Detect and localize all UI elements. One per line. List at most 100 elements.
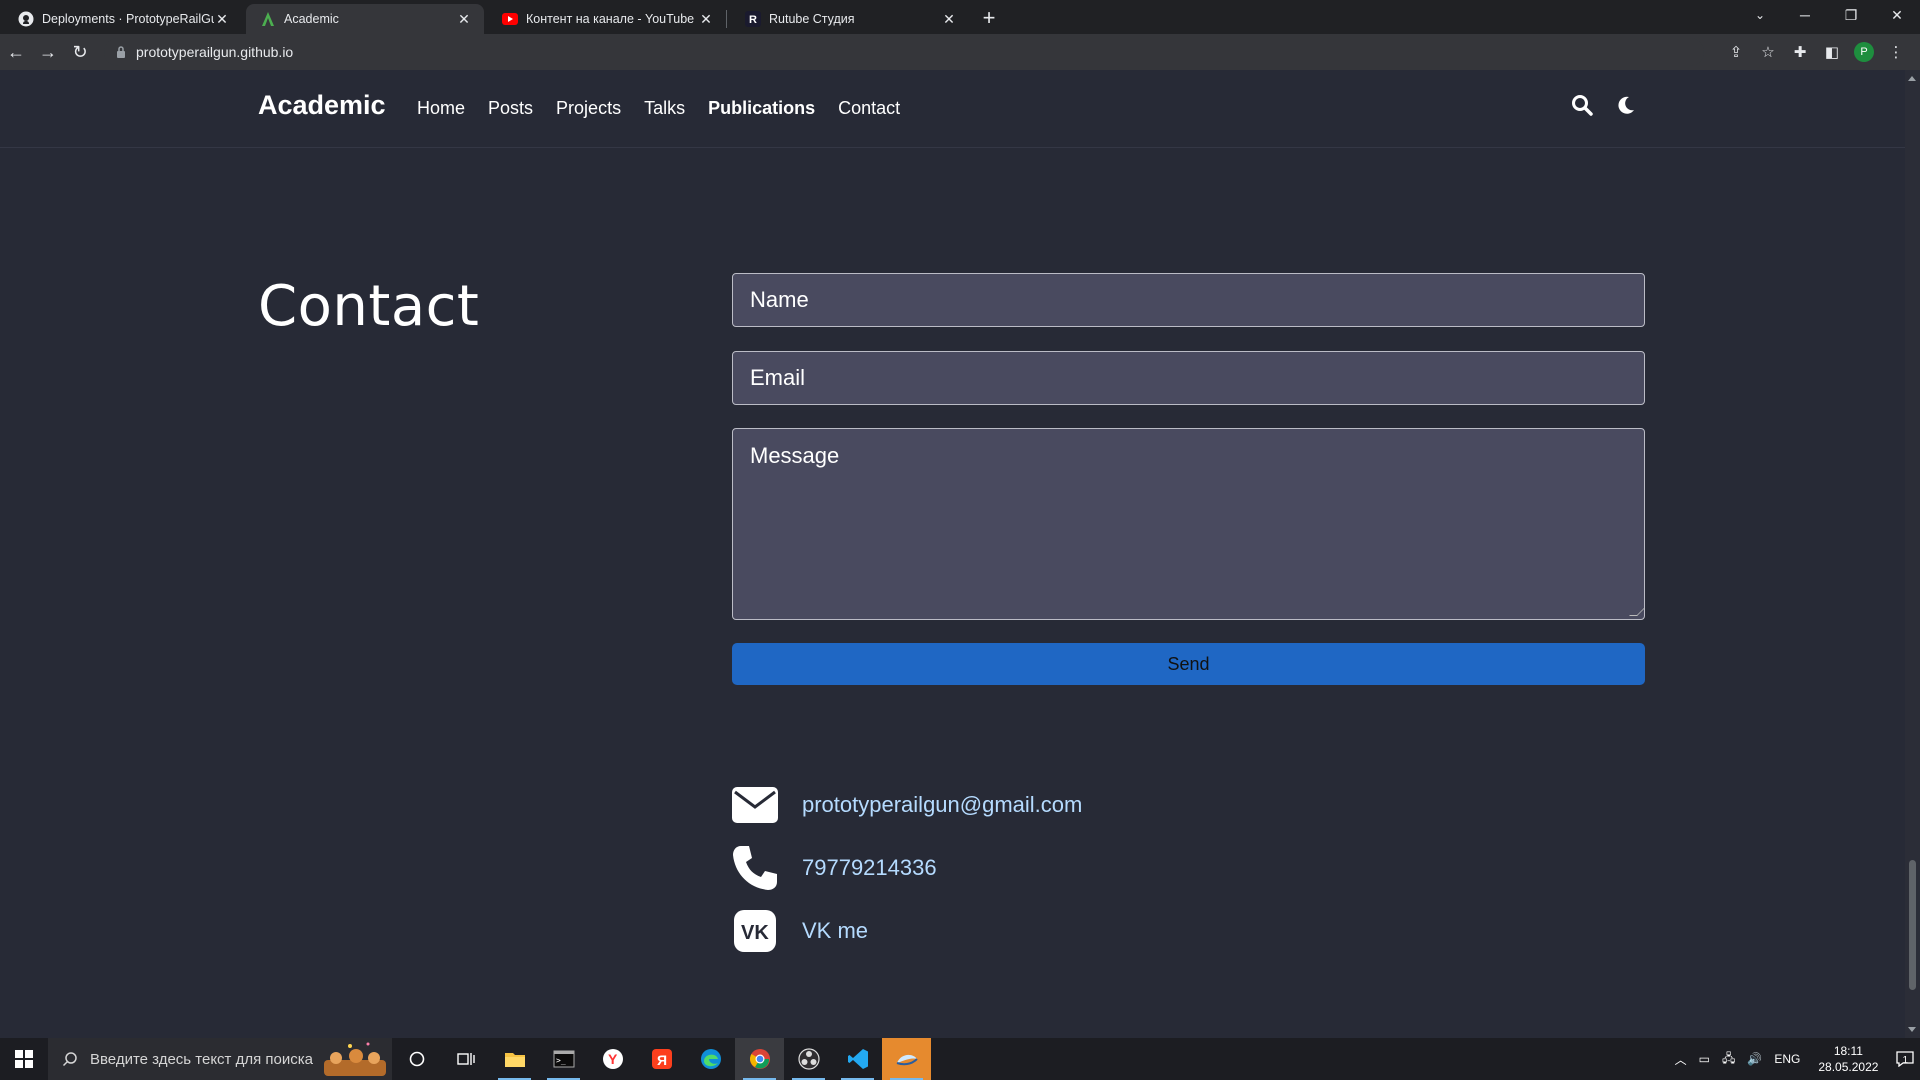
email-placeholder: Email (750, 365, 806, 390)
close-tab-icon[interactable]: ✕ (456, 11, 472, 27)
rutube-icon: R (745, 11, 761, 27)
clock[interactable]: 18:11 28.05.2022 (1818, 1043, 1878, 1075)
side-panel-icon[interactable]: ◧ (1816, 36, 1848, 68)
tab-divider (726, 10, 727, 28)
name-placeholder: Name (750, 287, 809, 312)
language-indicator[interactable]: ENG (1774, 1052, 1800, 1066)
taskbar-search-box[interactable]: Введите здесь текст для поиска (48, 1038, 392, 1080)
tab-title: Academic (284, 12, 339, 26)
page-scrollbar[interactable] (1905, 70, 1920, 1038)
url-text: prototyperailgun.github.io (136, 44, 294, 60)
close-tab-icon[interactable]: ✕ (698, 11, 714, 27)
tab-title: Deployments · PrototypeRailGun (42, 12, 214, 26)
send-button[interactable]: Send (732, 643, 1645, 685)
tab-deployments[interactable]: Deployments · PrototypeRailGun ✕ (4, 4, 242, 34)
scroll-down-icon[interactable] (1908, 1027, 1916, 1032)
file-explorer-icon[interactable] (490, 1038, 539, 1080)
notification-center-icon[interactable]: 1 (1896, 1051, 1915, 1067)
chrome-icon[interactable] (735, 1038, 784, 1080)
dark-mode-moon-icon[interactable] (1615, 94, 1637, 116)
nav-posts[interactable]: Posts (488, 98, 533, 119)
close-tab-icon[interactable]: ✕ (941, 11, 957, 27)
tab-youtube-studio[interactable]: Контент на канале - YouTube Stu ✕ (488, 4, 726, 34)
nav-projects[interactable]: Projects (556, 98, 621, 119)
bookmark-star-icon[interactable]: ☆ (1752, 36, 1784, 68)
yandex-icon[interactable]: Я (637, 1038, 686, 1080)
vk-icon: VK (730, 906, 780, 956)
scroll-up-icon[interactable] (1908, 76, 1916, 81)
tray-overflow-chevron-icon[interactable]: ︿ (1675, 1051, 1687, 1068)
svg-text:>_: >_ (556, 1056, 566, 1065)
tab-title: Контент на канале - YouTube Stu (526, 12, 698, 26)
yandex-browser-icon[interactable]: Y (588, 1038, 637, 1080)
vk-link[interactable]: VK me (802, 918, 868, 944)
tab-search-chevron-icon[interactable]: ⌄ (1740, 0, 1780, 30)
nav-home[interactable]: Home (417, 98, 465, 119)
svg-text:Я: Я (657, 1052, 667, 1068)
clock-time: 18:11 (1833, 1044, 1863, 1058)
camera-icon[interactable]: ▭ (1699, 1052, 1710, 1066)
nav-contact[interactable]: Contact (838, 98, 900, 119)
navbar-actions (1571, 94, 1637, 116)
forward-arrow-icon[interactable]: → (32, 36, 64, 68)
task-view-icon[interactable] (441, 1038, 490, 1080)
name-input[interactable]: Name (732, 273, 1645, 327)
tab-academic[interactable]: Academic ✕ (246, 4, 484, 34)
reload-icon[interactable]: ↻ (64, 36, 96, 68)
nav-talks[interactable]: Talks (644, 98, 685, 119)
profile-avatar[interactable]: P (1854, 42, 1874, 62)
volume-icon[interactable]: 🔊 (1747, 1052, 1762, 1066)
search-highlight-illustration-icon (324, 1042, 386, 1076)
extensions-puzzle-icon[interactable]: ✚ (1784, 36, 1816, 68)
back-arrow-icon[interactable]: ← (0, 36, 32, 68)
phone-link[interactable]: 79779214336 (802, 855, 937, 881)
app-icon[interactable] (882, 1038, 931, 1080)
toolbar-actions: ⇪ ☆ ✚ ◧ P ⋮ (1720, 36, 1912, 68)
phone-icon (730, 843, 780, 893)
svg-text:R: R (749, 14, 757, 26)
site-brand[interactable]: Academic (258, 90, 386, 121)
scrollbar-thumb[interactable] (1909, 860, 1916, 990)
cortana-circle-icon[interactable] (392, 1038, 441, 1080)
vscode-icon[interactable] (833, 1038, 882, 1080)
more-menu-icon[interactable]: ⋮ (1880, 36, 1912, 68)
youtube-icon (502, 11, 518, 27)
notification-count: 1 (1902, 1054, 1908, 1066)
search-placeholder: Введите здесь текст для поиска (90, 1050, 313, 1068)
tab-strip: Deployments · PrototypeRailGun ✕ Academi… (0, 0, 1920, 34)
contact-vk-row: VK VK me (730, 906, 868, 956)
windows-start-icon[interactable] (0, 1038, 48, 1080)
envelope-icon (730, 780, 780, 830)
tab-title: Rutube Студия (769, 12, 855, 26)
new-tab-button[interactable]: + (975, 5, 1003, 33)
system-tray: ︿ ▭ 🖧 🔊 ENG 18:11 28.05.2022 1 (1669, 1038, 1920, 1080)
share-icon[interactable]: ⇪ (1720, 36, 1752, 68)
browser-toolbar: ← → ↻ prototyperailgun.github.io ⇪ ☆ ✚ ◧… (0, 34, 1920, 70)
window-controls: ─ ❐ ✕ (1782, 0, 1920, 30)
site-menu: Home Posts Projects Talks Publications C… (417, 98, 923, 119)
search-icon[interactable] (1571, 94, 1593, 116)
contact-email-row: prototyperailgun@gmail.com (730, 780, 1082, 830)
minimize-icon[interactable]: ─ (1782, 0, 1828, 30)
terminal-icon[interactable]: >_ (539, 1038, 588, 1080)
edge-icon[interactable] (686, 1038, 735, 1080)
nav-publications[interactable]: Publications (708, 98, 815, 119)
email-link[interactable]: prototyperailgun@gmail.com (802, 792, 1082, 818)
windows-taskbar: Введите здесь текст для поиска >_ Y Я ︿ … (0, 1038, 1920, 1080)
tab-rutube-studio[interactable]: R Rutube Студия ✕ (731, 4, 969, 34)
email-input[interactable]: Email (732, 351, 1645, 405)
restore-icon[interactable]: ❐ (1828, 0, 1874, 30)
network-icon[interactable]: 🖧 (1722, 1049, 1735, 1070)
page-title: Contact (258, 274, 480, 339)
svg-text:Y: Y (608, 1051, 618, 1067)
resize-handle-icon[interactable] (1629, 608, 1645, 616)
close-tab-icon[interactable]: ✕ (214, 11, 230, 27)
contact-phone-row: 79779214336 (730, 843, 937, 893)
message-textarea[interactable]: Message (732, 428, 1645, 620)
message-placeholder: Message (750, 443, 840, 468)
clock-date: 28.05.2022 (1818, 1060, 1879, 1074)
close-window-icon[interactable]: ✕ (1874, 0, 1920, 30)
obs-studio-icon[interactable] (784, 1038, 833, 1080)
github-icon (18, 11, 34, 27)
address-bar[interactable]: prototyperailgun.github.io (104, 38, 1704, 66)
